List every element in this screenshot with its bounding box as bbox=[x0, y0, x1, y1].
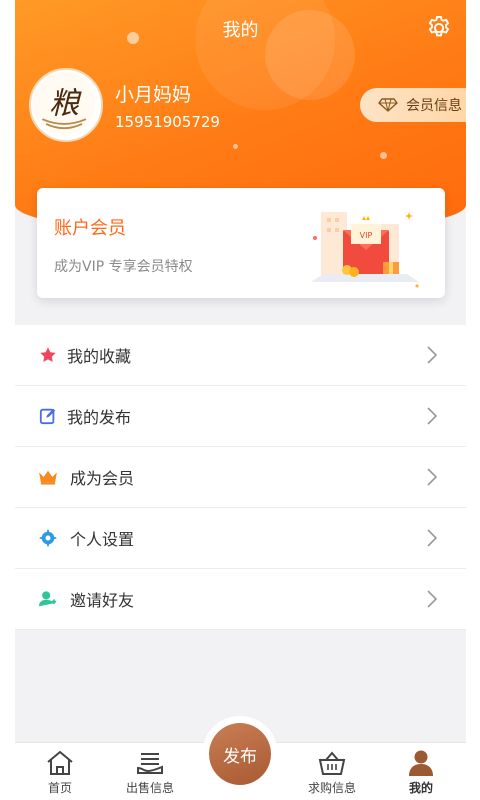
menu-item-label: 我的收藏 bbox=[67, 347, 132, 366]
member-info-label: 会员信息 bbox=[406, 98, 462, 114]
basket-icon bbox=[318, 751, 346, 775]
menu-item-become-member[interactable]: 成为会员 bbox=[15, 447, 466, 508]
decor-dot bbox=[233, 144, 238, 149]
vip-card[interactable]: 账户会员 成为VIP 专享会员特权 VIP bbox=[37, 188, 445, 298]
home-icon bbox=[47, 750, 73, 775]
menu-item-favorites[interactable]: 我的收藏 bbox=[15, 325, 466, 386]
menu-item-my-posts[interactable]: 我的发布 bbox=[15, 386, 466, 447]
person-add-icon bbox=[37, 588, 59, 610]
vip-card-title: 账户会员 bbox=[54, 218, 126, 239]
user-icon bbox=[409, 750, 433, 776]
tab-buy-info[interactable]: 求购信息 bbox=[287, 743, 377, 800]
settings-gear-icon[interactable] bbox=[425, 14, 453, 42]
decor-dot bbox=[380, 152, 387, 159]
sell-list-icon bbox=[137, 753, 163, 774]
chevron-right-icon bbox=[427, 346, 438, 364]
tab-home[interactable]: 首页 bbox=[15, 743, 105, 800]
tab-label: 我的 bbox=[408, 781, 433, 795]
menu-item-invite-friends[interactable]: 邀请好友 bbox=[15, 569, 466, 630]
chevron-right-icon bbox=[427, 468, 438, 486]
vip-card-subtitle: 成为VIP 专享会员特权 bbox=[54, 259, 193, 275]
publish-button[interactable]: 发布 bbox=[209, 723, 271, 785]
chevron-right-icon bbox=[427, 529, 438, 547]
menu-item-label: 邀请好友 bbox=[70, 591, 135, 610]
vip-envelope-illustration-icon: VIP bbox=[311, 212, 419, 288]
profile-page: 我的 粮 小月妈妈 15951905729 会员信息 账户会员 成为VIP 专享… bbox=[15, 0, 466, 800]
chevron-right-icon bbox=[427, 407, 438, 425]
menu-item-label: 成为会员 bbox=[70, 469, 135, 488]
chevron-right-icon bbox=[427, 590, 438, 608]
tab-label: 求购信息 bbox=[307, 781, 356, 795]
menu-item-label: 个人设置 bbox=[70, 530, 135, 549]
menu-item-personal-settings[interactable]: 个人设置 bbox=[15, 508, 466, 569]
star-icon bbox=[37, 344, 59, 366]
phone-number: 15951905729 bbox=[115, 113, 220, 131]
member-info-button[interactable]: 会员信息 bbox=[360, 88, 466, 122]
gear-icon bbox=[37, 527, 59, 549]
menu-list: 我的收藏 我的发布 成为会员 个人设置 邀请好友 bbox=[15, 325, 466, 630]
crown-icon bbox=[37, 466, 59, 488]
svg-text:粮: 粮 bbox=[49, 87, 82, 122]
tab-label: 首页 bbox=[47, 781, 72, 795]
publish-button-ring: 发布 bbox=[202, 716, 278, 792]
avatar-logo-icon: 粮 bbox=[32, 71, 96, 135]
diamond-icon bbox=[378, 98, 398, 112]
tab-sell-info[interactable]: 出售信息 bbox=[105, 743, 195, 800]
page-title: 我的 bbox=[222, 20, 259, 41]
avatar[interactable]: 粮 bbox=[29, 68, 103, 142]
tab-label: 出售信息 bbox=[125, 781, 174, 795]
svg-text:VIP: VIP bbox=[360, 231, 373, 240]
username: 小月妈妈 bbox=[115, 84, 192, 106]
edit-icon bbox=[37, 405, 59, 427]
menu-item-label: 我的发布 bbox=[67, 408, 132, 427]
tab-mine[interactable]: 我的 bbox=[376, 743, 466, 800]
